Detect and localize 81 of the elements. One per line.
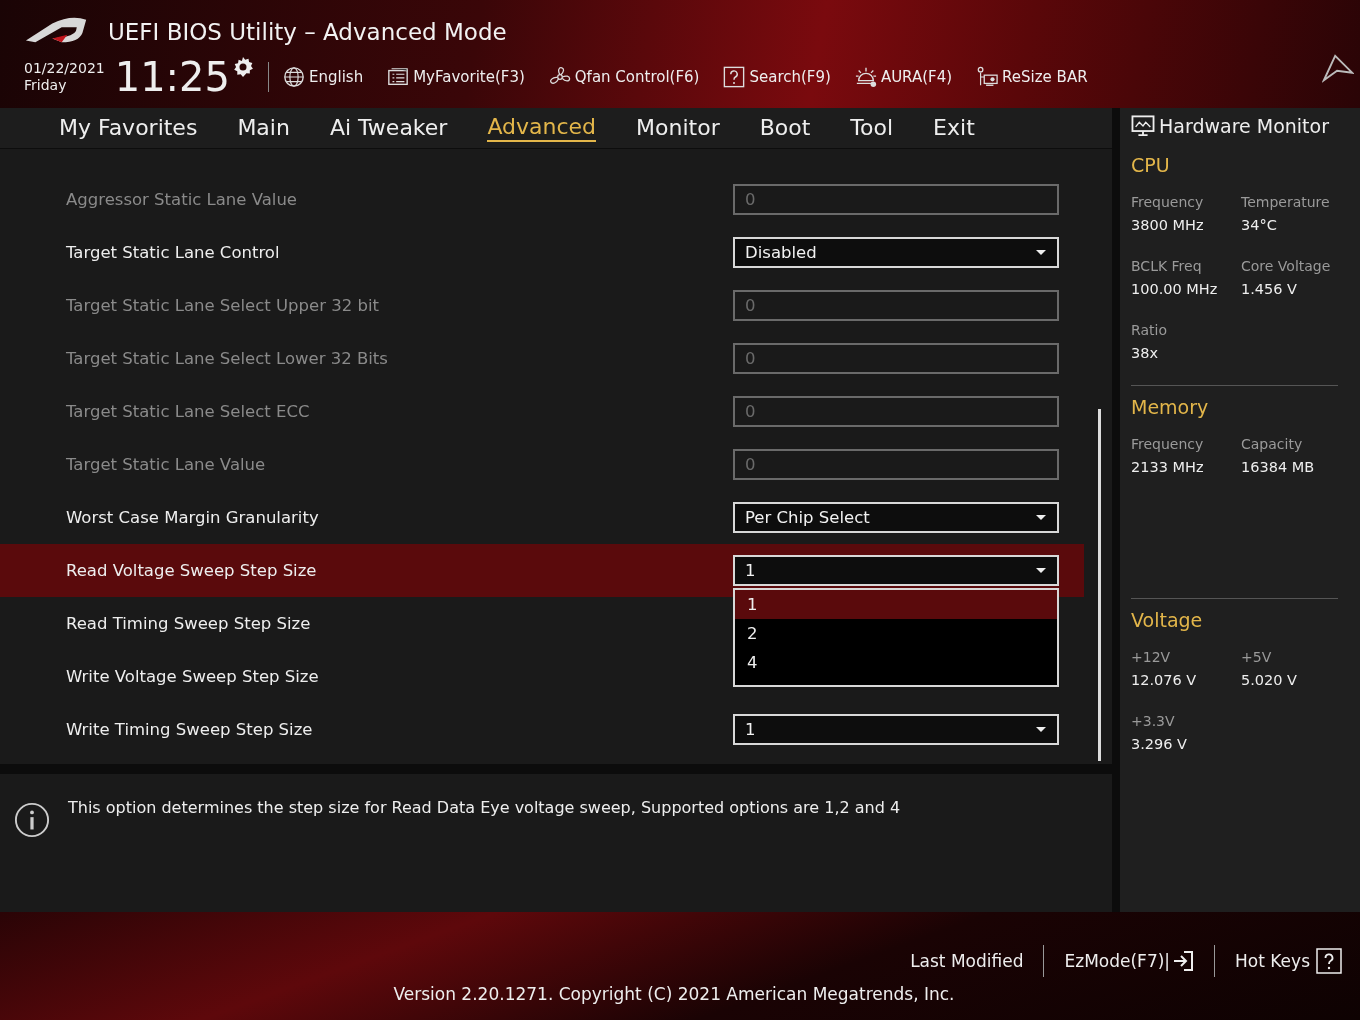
day-text: Friday <box>24 77 68 94</box>
scrollbar[interactable] <box>1098 409 1101 761</box>
section-title: Voltage <box>1131 609 1204 631</box>
reading-label: Frequency <box>1131 193 1205 212</box>
setting-label: Target Static Lane Select ECC <box>66 402 310 421</box>
reading-label: Capacity <box>1241 435 1304 454</box>
reading-value: 100.00 MHz <box>1131 280 1219 299</box>
reading-value: 16384 MB <box>1241 458 1316 477</box>
dropdown-option[interactable]: 4 <box>735 648 1057 677</box>
setting-label: Write Timing Sweep Step Size <box>66 720 313 739</box>
setting-label: Write Voltage Sweep Step Size <box>66 667 319 686</box>
menu-tab[interactable]: My Favorites <box>59 113 198 143</box>
list-icon <box>387 66 410 88</box>
dropdown[interactable]: 1 <box>733 555 1059 586</box>
setting-label: Target Static Lane Value <box>66 455 266 474</box>
menu-tab[interactable]: Advanced <box>487 114 597 142</box>
setting-label: Target Static Lane Control <box>66 243 280 262</box>
reading-value: 5.020 V <box>1241 671 1299 690</box>
version-text: Version 2.20.1271. Copyright (C) 2021 American Megatrends, Inc. <box>393 984 955 1004</box>
setting-label: Target Static Lane Select Lower 32 Bits <box>66 349 388 368</box>
caret-icon <box>1035 567 1047 574</box>
panel-title: Hardware Monitor <box>1159 115 1329 137</box>
monitor-icon <box>1131 115 1155 137</box>
toolbar-button[interactable]: Search(F9) <box>723 66 831 88</box>
footer-button[interactable]: Last Modified <box>910 951 1024 971</box>
globe-icon <box>283 66 305 88</box>
menu-tab[interactable]: Boot <box>759 113 811 143</box>
setting-label: Aggressor Static Lane Value <box>66 190 298 209</box>
dropdown-option[interactable]: 2 <box>735 619 1057 648</box>
reading-label: +3.3V <box>1131 712 1176 731</box>
reading-value: 1.456 V <box>1241 280 1299 299</box>
reading-label: Core Voltage <box>1241 257 1332 276</box>
reading-label: Ratio <box>1131 321 1168 340</box>
reading-value: 3.296 V <box>1131 735 1189 754</box>
setting-label: Read Timing Sweep Step Size <box>66 614 311 633</box>
section-title: CPU <box>1131 154 1171 176</box>
caret-icon <box>1035 726 1047 733</box>
info-icon <box>14 802 50 838</box>
exit-icon <box>1172 950 1195 972</box>
menu-tab[interactable]: Main <box>237 113 290 143</box>
dropdown[interactable]: 1 <box>733 714 1059 745</box>
reading-value: 2133 MHz <box>1131 458 1205 477</box>
setting-label: Worst Case Margin Granularity <box>66 508 319 527</box>
card-icon <box>976 66 999 88</box>
caret-icon <box>1035 514 1047 521</box>
setting-label: Target Static Lane Select Upper 32 bit <box>66 296 379 315</box>
setting-label: Read Voltage Sweep Step Size <box>66 561 317 580</box>
dropdown[interactable]: Per Chip Select <box>733 502 1059 533</box>
lamp-icon <box>854 66 877 88</box>
menu-tab[interactable]: Monitor <box>636 113 720 143</box>
toolbar-button[interactable]: Qfan Control(F6) <box>548 66 700 88</box>
help-text: This option determines the step size for Read Data Eye voltage sweep, Supported options are 1,2 and 4 <box>68 798 901 819</box>
menu-tab[interactable]: Exit <box>933 113 975 143</box>
menu-tab[interactable]: Tool <box>850 113 894 143</box>
toolbar-button[interactable]: ReSize BAR <box>976 66 1088 88</box>
reading-value: 38x <box>1131 344 1160 363</box>
reading-label: Frequency <box>1131 435 1205 454</box>
toolbar-button[interactable]: MyFavorite(F3) <box>387 66 525 88</box>
toolbar-button[interactable]: English <box>283 66 364 88</box>
caret-icon <box>1035 249 1047 256</box>
gear-icon <box>232 56 254 78</box>
date-text: 01/22/2021 <box>24 60 105 77</box>
menu-tab[interactable]: Ai Tweaker <box>329 113 448 143</box>
reading-value: 12.076 V <box>1131 671 1198 690</box>
clock-time: 11:25 <box>114 55 230 99</box>
reading-label: BCLK Freq <box>1131 257 1203 276</box>
reading-label: +12V <box>1131 648 1172 667</box>
dropdown-option[interactable]: 1 <box>735 590 1057 619</box>
question-icon <box>723 66 746 88</box>
window-title: UEFI BIOS Utility – Advanced Mode <box>108 19 507 45</box>
reading-label: Temperature <box>1241 193 1331 212</box>
pointer-icon <box>1322 52 1354 84</box>
question-icon <box>1316 948 1342 974</box>
reading-label: +5V <box>1241 648 1273 667</box>
reading-value: 3800 MHz <box>1131 216 1205 235</box>
footer-button[interactable]: Hot Keys <box>1235 948 1342 974</box>
section-title: Memory <box>1131 396 1210 418</box>
dropdown[interactable]: Disabled <box>733 237 1059 268</box>
footer-button[interactable]: EzMode(F7)| <box>1064 950 1195 972</box>
reading-value: 34°C <box>1241 216 1278 235</box>
toolbar-button[interactable]: AURA(F4) <box>854 66 953 88</box>
